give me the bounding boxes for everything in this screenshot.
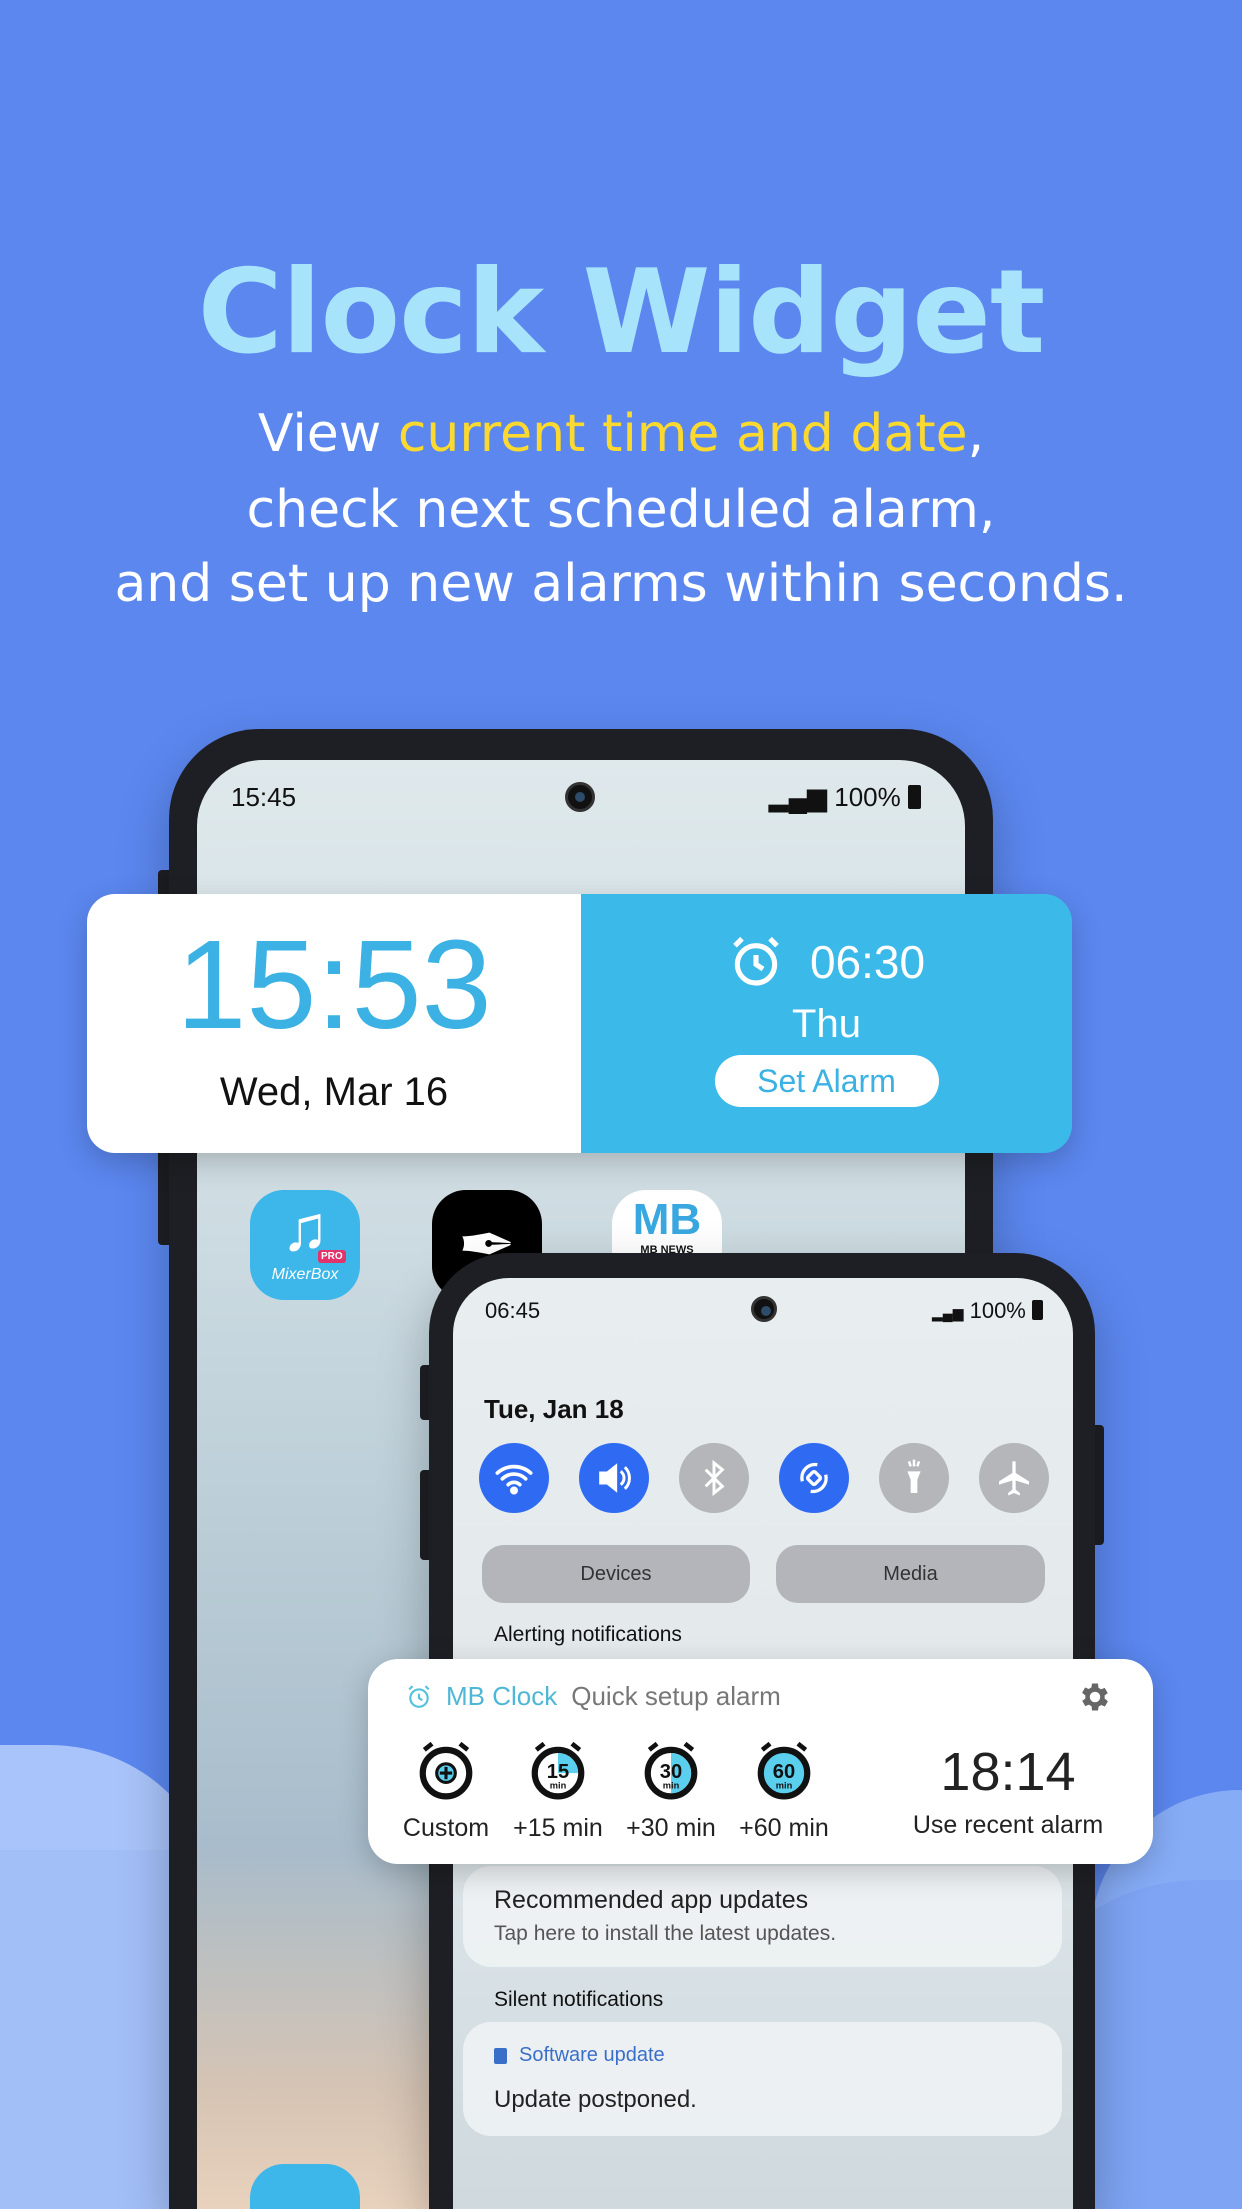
custom-alarm-button[interactable]: Custom <box>386 1739 506 1843</box>
recent-alarm-time: 18:14 <box>940 1742 1076 1802</box>
camera-icon <box>751 1296 777 1322</box>
card-header: MB Clock Quick setup alarm <box>406 1681 781 1712</box>
set-alarm-button[interactable]: Set Alarm <box>714 1055 939 1107</box>
gear-icon[interactable] <box>1077 1679 1113 1715</box>
highlight-text: current time and date <box>397 404 968 464</box>
status-bar-right: ▂▄▆ 100% <box>769 782 921 813</box>
alarm-time: 06:30 <box>809 936 926 988</box>
silent-notifications-header: Silent notifications <box>494 1988 664 2011</box>
headline-line1: View current time and date, <box>0 404 1242 464</box>
action-label: +60 min <box>739 1814 829 1842</box>
status-time: 06:45 <box>485 1298 541 1323</box>
clock-time: 15:53 <box>176 914 492 1055</box>
text: View <box>257 404 398 464</box>
shade-date: Tue, Jan 18 <box>484 1394 624 1424</box>
airplane-toggle[interactable] <box>979 1443 1049 1513</box>
headline-title: Clock Widget <box>197 245 1046 380</box>
action-label: +15 min <box>513 1814 603 1842</box>
quick-setup-alarm-card: MB Clock Quick setup alarm Custom 15 min … <box>368 1659 1153 1864</box>
auto-rotate-icon <box>800 1462 828 1494</box>
notification-app-name: Software update <box>519 2044 665 2066</box>
stopwatch-30-icon: 30min <box>644 1741 698 1800</box>
app-name: MB Clock <box>446 1681 558 1711</box>
wifi-icon <box>495 1464 533 1495</box>
battery-level: 100% <box>969 1298 1026 1323</box>
volume-icon <box>599 1463 631 1493</box>
camera-icon <box>565 782 595 812</box>
use-recent-alarm-button[interactable]: 18:14 Use recent alarm <box>868 1741 1148 1840</box>
quick-toggles <box>479 1443 1049 1513</box>
bluetooth-toggle[interactable] <box>679 1443 749 1513</box>
app-label: MixerBox <box>271 1266 339 1283</box>
notification-app-row: Software update <box>494 2044 665 2067</box>
alarm-clock-icon <box>733 936 779 986</box>
card-subtitle: Quick setup alarm <box>571 1681 781 1711</box>
text: , <box>967 404 985 464</box>
headline-line2: check next scheduled alarm, <box>246 480 996 540</box>
alarm-clock-icon <box>408 1684 430 1708</box>
media-button[interactable]: Media <box>776 1545 1045 1603</box>
software-update-notification[interactable]: Software update Update postponed. <box>463 2022 1062 2136</box>
clock-date: Wed, Mar 16 <box>219 1070 449 1114</box>
alarm-day: Thu <box>792 1002 861 1046</box>
headline-line3: and set up new alarms within seconds. <box>114 554 1128 614</box>
stopwatch-unit: min <box>776 1781 793 1791</box>
add-30-min-button[interactable]: 30 min +30 min <box>611 1739 731 1843</box>
pro-badge: PRO <box>318 1250 346 1263</box>
software-update-icon <box>494 2047 507 2064</box>
battery-icon <box>908 785 921 809</box>
action-label: +30 min <box>626 1814 716 1842</box>
flashlight-toggle[interactable] <box>879 1443 949 1513</box>
notification-title: Recommended app updates <box>494 1886 809 1914</box>
app-icon-qr[interactable] <box>250 2164 360 2209</box>
add-15-min-button[interactable]: 15 min +15 min <box>498 1739 618 1843</box>
status-bar-right: ▂▄▆ 100% <box>932 1298 1043 1324</box>
wifi-toggle[interactable] <box>479 1443 549 1513</box>
devices-button[interactable]: Devices <box>482 1545 750 1603</box>
action-label: Custom <box>402 1814 490 1842</box>
stopwatch-unit: min <box>550 1781 567 1791</box>
alerting-notifications-header: Alerting notifications <box>494 1623 682 1646</box>
app-logo-text: MB <box>632 1195 702 1244</box>
clock-widget[interactable]: 15:53 Wed, Mar 16 06:30 Thu Set Alarm <box>87 894 1072 1153</box>
stopwatch-number: 15 <box>547 1761 569 1783</box>
status-time: 15:45 <box>231 782 297 812</box>
signal-icon: ▂▄▆ <box>768 782 828 812</box>
recent-alarm-label: Use recent alarm <box>912 1811 1104 1839</box>
battery-icon <box>1032 1300 1043 1320</box>
bluetooth-icon <box>704 1459 725 1497</box>
stopwatch-unit: min <box>663 1781 680 1791</box>
next-alarm: 06:30 <box>581 934 1072 990</box>
auto-rotate-toggle[interactable] <box>779 1443 849 1513</box>
notification-body: Tap here to install the latest updates. <box>494 1922 837 1945</box>
sound-toggle[interactable] <box>579 1443 649 1513</box>
add-60-min-button[interactable]: 60 min +60 min <box>724 1739 844 1843</box>
clock-panel: 15:53 Wed, Mar 16 <box>87 894 581 1153</box>
airplane-icon <box>999 1461 1029 1496</box>
signal-icon: ▂▄▆ <box>932 1305 964 1321</box>
stopwatch-plus-icon <box>419 1741 473 1800</box>
stopwatch-number: 60 <box>773 1761 795 1783</box>
recommended-updates-notification[interactable]: Recommended app updates Tap here to inst… <box>463 1866 1062 1967</box>
stopwatch-15-icon: 15min <box>531 1741 585 1800</box>
battery-level: 100% <box>834 782 901 812</box>
stopwatch-number: 30 <box>660 1761 682 1783</box>
flashlight-icon <box>907 1459 921 1493</box>
alarm-panel: 06:30 Thu Set Alarm <box>581 894 1072 1153</box>
notification-body: Update postponed. <box>494 2086 697 2113</box>
stopwatch-60-icon: 60min <box>757 1741 811 1800</box>
app-icon-mixerbox[interactable]: ♫ PRO MixerBox <box>250 1190 360 1300</box>
